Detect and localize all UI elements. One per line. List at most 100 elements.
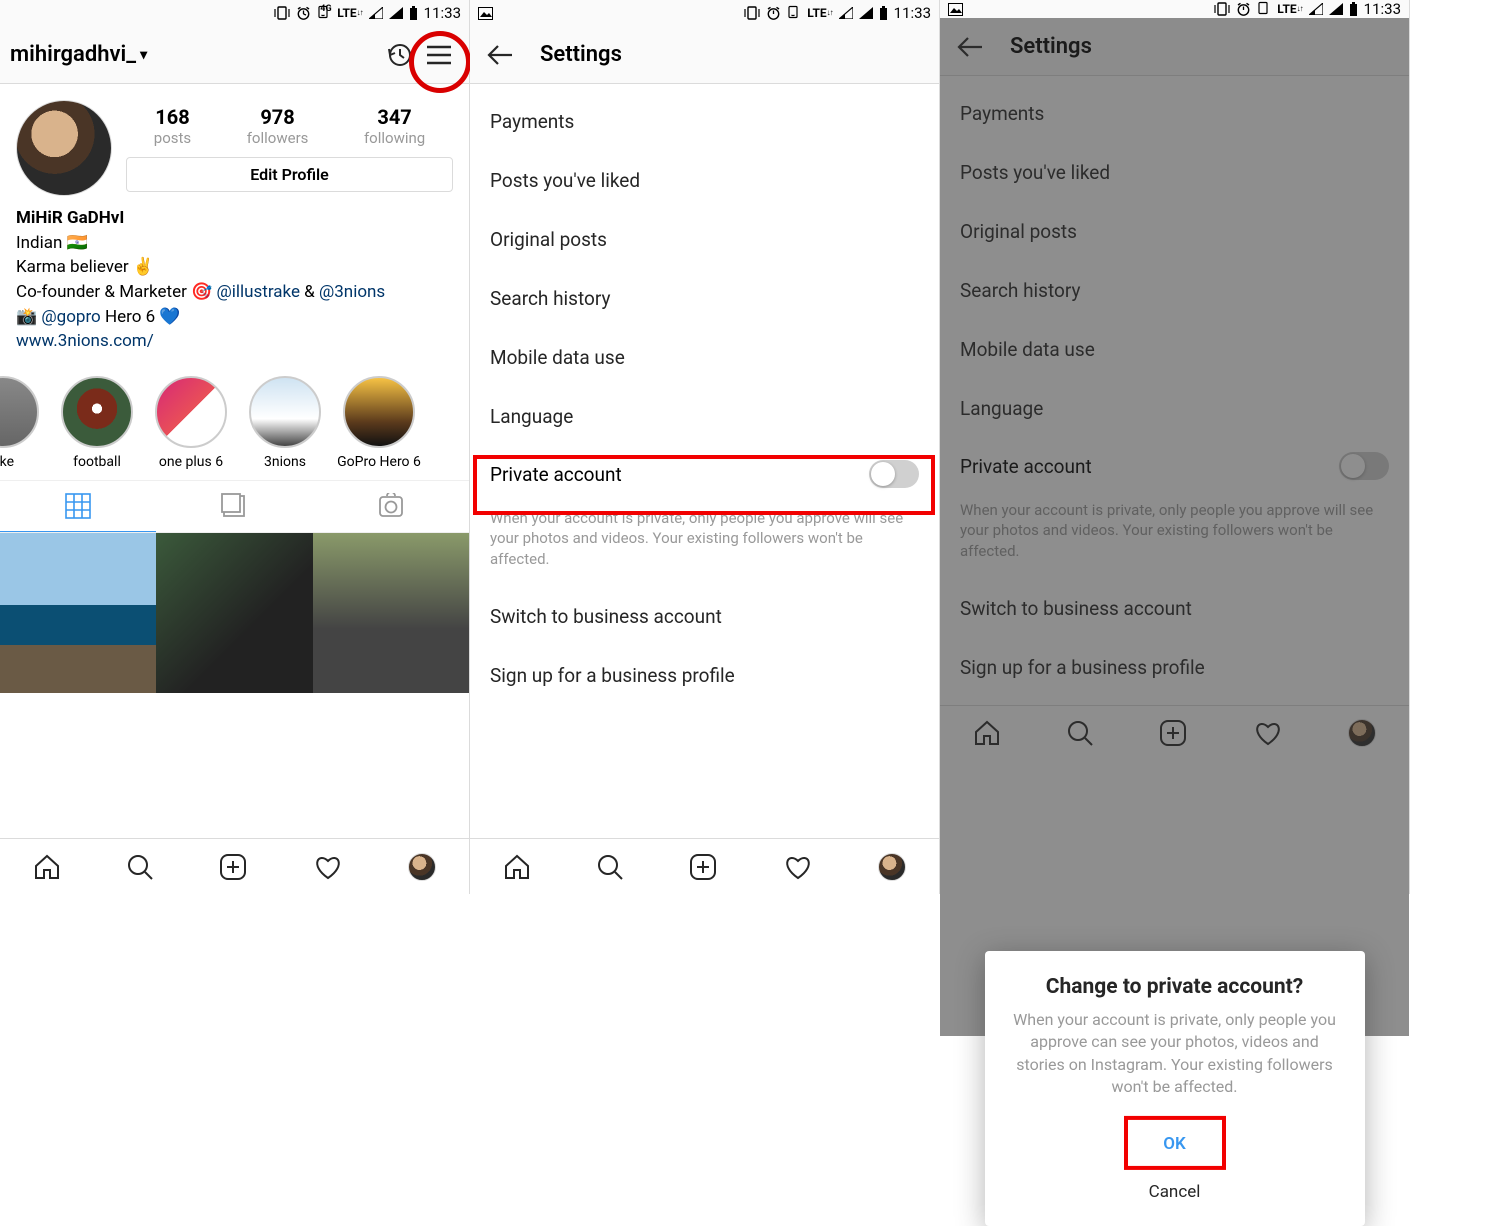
- post-thumbnail[interactable]: [313, 533, 469, 693]
- post-thumbnail[interactable]: [156, 533, 312, 693]
- alarm-icon: [766, 6, 781, 21]
- private-account-label: Private account: [490, 463, 622, 486]
- setting-private-account[interactable]: Private account: [470, 446, 939, 502]
- nav-profile-icon[interactable]: [408, 853, 436, 881]
- bottom-nav: [0, 838, 469, 894]
- battery-icon: [409, 6, 418, 20]
- status-bar: LTE↓↑ 11:33: [940, 0, 1409, 18]
- status-bar: LTE↓↑ 11:33: [470, 0, 939, 26]
- volte-icon: [1257, 1, 1271, 15]
- screen-profile: 4G LTE↓↑ 11:33 mihirgadhvi_ ▾ 168posts 9…: [0, 0, 470, 894]
- tab-tagged[interactable]: [313, 481, 469, 532]
- dialog-ok-button[interactable]: OK: [1007, 1120, 1343, 1168]
- setting-mobile-data[interactable]: Mobile data use: [470, 328, 939, 387]
- nav-home-icon[interactable]: [33, 854, 61, 880]
- alarm-icon: [1236, 2, 1251, 17]
- post-thumbnail[interactable]: [0, 533, 156, 693]
- stat-following[interactable]: 347following: [364, 105, 425, 147]
- signal-icon-1: [839, 7, 853, 19]
- highlight-item[interactable]: football: [50, 376, 144, 470]
- bio-link[interactable]: www.3nions.com/: [16, 329, 453, 354]
- nav-search-icon[interactable]: [596, 853, 624, 881]
- signal-icon-2: [1329, 3, 1343, 15]
- screen-settings: LTE↓↑ 11:33 Settings Payments Posts you'…: [470, 0, 940, 894]
- setting-language[interactable]: Language: [470, 387, 939, 446]
- settings-list: Payments Posts you've liked Original pos…: [470, 84, 939, 838]
- signal-icon-1: [1309, 3, 1323, 15]
- battery-icon: [1349, 2, 1358, 16]
- signal-icon-2: [859, 7, 873, 19]
- highlight-item[interactable]: 3nions: [238, 376, 332, 470]
- nav-activity-icon[interactable]: [313, 854, 343, 880]
- gallery-icon: [948, 3, 963, 16]
- status-time: 11:33: [424, 4, 461, 22]
- battery-icon: [879, 6, 888, 20]
- profile-stats: 168posts 978followers 347following: [126, 105, 453, 147]
- story-highlights: ake football one plus 6 3nions GoPro Her…: [0, 368, 469, 481]
- dialog-cancel-button[interactable]: Cancel: [1007, 1168, 1343, 1216]
- volte-icon: 4G: [317, 5, 331, 19]
- mention-illustrake[interactable]: @illustrake: [216, 282, 300, 302]
- setting-posts-liked[interactable]: Posts you've liked: [470, 151, 939, 210]
- bio-name: MiHiR GaDHvI: [16, 206, 453, 231]
- status-bar: 4G LTE↓↑ 11:33: [0, 0, 469, 26]
- posts-grid: [0, 533, 469, 838]
- signal-icon-1: [369, 7, 383, 19]
- highlight-item[interactable]: ake: [0, 376, 50, 470]
- profile-header: 168posts 978followers 347following Edit …: [0, 84, 469, 206]
- bio-line-3: Co-founder & Marketer 🎯 @illustrake & @3…: [16, 280, 453, 305]
- lte-label: LTE↓↑: [337, 7, 362, 19]
- private-account-dialog: Change to private account? When your acc…: [985, 951, 1365, 1226]
- dialog-body: When your account is private, only peopl…: [1007, 1009, 1343, 1099]
- tab-feed[interactable]: [156, 481, 312, 532]
- profile-bio: MiHiR GaDHvI Indian 🇮🇳 Karma believer ✌️…: [0, 206, 469, 368]
- back-arrow-icon[interactable]: [480, 38, 520, 72]
- private-account-toggle[interactable]: [869, 460, 919, 488]
- screen-dialog: LTE↓↑ 11:33 Settings Payments Posts you'…: [940, 0, 1410, 894]
- lte-label: LTE↓↑: [1277, 3, 1302, 15]
- hamburger-menu-icon[interactable]: [419, 37, 459, 73]
- mention-gopro[interactable]: @gopro: [41, 307, 100, 327]
- bottom-nav: [470, 838, 939, 894]
- mention-3nions[interactable]: @3nions: [319, 282, 385, 302]
- nav-activity-icon[interactable]: [783, 854, 813, 880]
- vibrate-icon: [744, 6, 760, 20]
- profile-avatar[interactable]: [16, 100, 112, 196]
- setting-original-posts[interactable]: Original posts: [470, 210, 939, 269]
- settings-title: Settings: [540, 42, 622, 67]
- alarm-icon: [296, 6, 311, 21]
- chevron-down-icon: ▾: [140, 47, 147, 63]
- gallery-icon: [478, 7, 493, 20]
- settings-appbar: Settings: [470, 26, 939, 84]
- bio-line-2: Karma believer ✌️: [16, 255, 453, 280]
- profile-appbar: mihirgadhvi_ ▾: [0, 26, 469, 84]
- vibrate-icon: [274, 6, 290, 20]
- status-time: 11:33: [1364, 0, 1401, 18]
- modal-backdrop[interactable]: [940, 18, 1409, 1036]
- setting-signup-business[interactable]: Sign up for a business profile: [470, 646, 939, 705]
- dialog-title: Change to private account?: [1007, 975, 1343, 999]
- setting-switch-business[interactable]: Switch to business account: [470, 587, 939, 646]
- stat-posts[interactable]: 168posts: [154, 105, 191, 147]
- stat-followers[interactable]: 978followers: [247, 105, 309, 147]
- username-dropdown[interactable]: mihirgadhvi_ ▾: [10, 42, 379, 67]
- setting-payments[interactable]: Payments: [470, 92, 939, 151]
- archive-icon[interactable]: [379, 35, 419, 75]
- nav-add-icon[interactable]: [219, 853, 247, 881]
- profile-tabs: [0, 481, 469, 533]
- lte-label: LTE↓↑: [807, 7, 832, 19]
- tab-grid[interactable]: [0, 481, 156, 532]
- bio-line-1: Indian 🇮🇳: [16, 231, 453, 256]
- volte-icon: [787, 5, 801, 19]
- nav-add-icon[interactable]: [689, 853, 717, 881]
- highlight-item[interactable]: one plus 6: [144, 376, 238, 470]
- edit-profile-button[interactable]: Edit Profile: [126, 157, 453, 192]
- nav-home-icon[interactable]: [503, 854, 531, 880]
- status-time: 11:33: [894, 4, 931, 22]
- highlight-item[interactable]: GoPro Hero 6: [332, 376, 426, 470]
- nav-search-icon[interactable]: [126, 853, 154, 881]
- nav-profile-icon[interactable]: [878, 853, 906, 881]
- setting-search-history[interactable]: Search history: [470, 269, 939, 328]
- vibrate-icon: [1214, 2, 1230, 16]
- signal-icon-2: [389, 7, 403, 19]
